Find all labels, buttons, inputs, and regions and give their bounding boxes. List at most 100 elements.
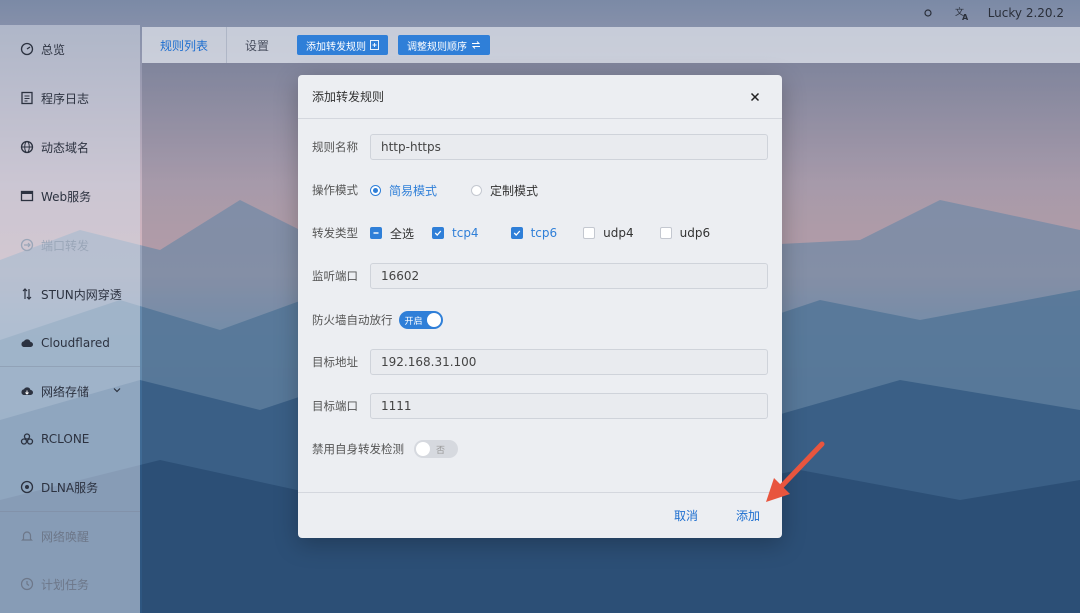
type-row: 转发类型 全选 tcp4 tcp6 udp4 udp6	[312, 223, 768, 243]
checkbox-all[interactable]: 全选	[370, 225, 414, 242]
add-file-icon	[370, 40, 379, 50]
listen-port-label: 监听端口	[312, 269, 358, 283]
sidebar-item-dlna[interactable]: DLNA服务	[0, 463, 140, 511]
radio-dot	[370, 184, 381, 196]
firewall-row: 防火墙自动放行 开启	[312, 310, 768, 330]
checkbox-box	[370, 227, 382, 239]
target-addr-row: 目标地址 192.168.31.100	[312, 349, 768, 375]
sidebar-item-port-forward[interactable]: 端口转发	[0, 221, 140, 269]
disable-self-toggle-text: 否	[436, 445, 446, 456]
sidebar-item-label: Web服务	[41, 189, 92, 204]
sidebar-item-label: 动态域名	[41, 140, 90, 155]
translate-icon[interactable]: 文A	[954, 5, 970, 21]
firewall-toggle[interactable]: 开启	[398, 311, 443, 329]
storage-icon	[21, 387, 33, 395]
web-icon	[20, 190, 34, 202]
checkbox-udp4[interactable]: udp4	[583, 226, 634, 240]
toggle-knob	[426, 313, 441, 327]
checkbox-udp6-label: udp6	[679, 226, 711, 240]
checkbox-tcp6-label: tcp6	[530, 226, 558, 240]
target-port-label: 目标端口	[312, 399, 358, 413]
target-port-input[interactable]: 1111	[370, 393, 768, 419]
firewall-toggle-text: 开启	[404, 316, 423, 327]
disable-self-toggle[interactable]: 否	[414, 440, 458, 458]
ddns-icon	[20, 140, 34, 154]
dialog-title: 添加转发规则	[312, 90, 385, 104]
target-port-row: 目标端口 1111	[312, 393, 768, 419]
sidebar-item-label: 总览	[41, 42, 66, 57]
checkbox-udp4-label: udp4	[603, 226, 634, 240]
wake-icon	[21, 531, 33, 541]
close-icon[interactable]	[748, 90, 762, 104]
sidebar-item-label: 程序日志	[41, 91, 90, 106]
listen-port-input[interactable]: 16602	[370, 263, 768, 289]
target-addr-input[interactable]: 192.168.31.100	[370, 349, 768, 375]
add-rule-dialog: 添加转发规则 规则名称 http-https 操作模式 简易模式 定制模式 转发…	[298, 75, 782, 538]
add-rule-label: 添加转发规则	[306, 41, 367, 53]
radio-simple-mode[interactable]: 简易模式	[370, 182, 437, 199]
sidebar-item-schedule[interactable]: 计划任务	[0, 560, 140, 608]
sidebar: 总览 程序日志 动态域名 Web服务 端口转发 STUN内网穿透 Cloudfl…	[0, 25, 140, 613]
dashboard-icon	[20, 42, 34, 56]
radio-custom-mode[interactable]: 定制模式	[471, 182, 538, 199]
tab-rule-list[interactable]: 规则列表	[142, 27, 228, 63]
dialog-footer: 取消 添加	[298, 492, 782, 538]
rule-name-input[interactable]: http-https	[370, 134, 768, 160]
log-icon	[21, 91, 33, 105]
sidebar-item-label: 网络唤醒	[41, 529, 90, 544]
checkbox-tcp4[interactable]: tcp4	[432, 226, 479, 240]
checkbox-box	[659, 227, 672, 239]
rule-name-label: 规则名称	[312, 140, 358, 154]
sidebar-item-overview[interactable]: 总览	[0, 25, 140, 73]
annotation-arrow-icon	[766, 441, 825, 502]
sidebar-item-logs[interactable]: 程序日志	[0, 74, 140, 122]
sidebar-item-ddns[interactable]: 动态域名	[0, 123, 140, 171]
checkbox-box	[583, 227, 596, 239]
add-button[interactable]: 添加	[736, 507, 760, 524]
rule-name-row: 规则名称 http-https	[312, 134, 768, 160]
cancel-button[interactable]: 取消	[674, 507, 698, 524]
sidebar-item-stun[interactable]: STUN内网穿透	[0, 270, 140, 318]
target-addr-label: 目标地址	[312, 355, 358, 369]
sidebar-item-label: 端口转发	[41, 238, 90, 253]
reorder-label: 调整规则顺序	[407, 41, 468, 53]
checkbox-udp6[interactable]: udp6	[659, 226, 711, 240]
sidebar-item-web[interactable]: Web服务	[0, 172, 140, 220]
sidebar-item-wol[interactable]: 网络唤醒	[0, 512, 140, 560]
add-rule-button[interactable]: 添加转发规则	[297, 35, 389, 55]
checkbox-box	[510, 227, 523, 239]
checkbox-tcp6[interactable]: tcp6	[510, 226, 558, 240]
rclone-icon	[20, 433, 34, 445]
type-label: 转发类型	[312, 226, 358, 240]
sidebar-item-rclone[interactable]: RCLONE	[0, 415, 140, 463]
port-forward-icon	[20, 238, 34, 252]
sidebar-item-label: DLNA服务	[41, 480, 99, 495]
chevron-down-icon[interactable]	[112, 385, 122, 395]
firewall-label: 防火墙自动放行	[312, 313, 393, 327]
sidebar-item-label: Cloudflared	[41, 336, 110, 350]
sidebar-item-label: 计划任务	[41, 577, 90, 592]
listen-port-row: 监听端口 16602	[312, 263, 768, 289]
stun-icon	[22, 288, 32, 300]
dlna-icon	[20, 480, 34, 494]
radio-custom-label: 定制模式	[490, 183, 539, 198]
dialog-header: 添加转发规则	[298, 75, 782, 119]
sun-icon[interactable]	[920, 5, 936, 21]
radio-simple-label: 简易模式	[389, 183, 438, 198]
mode-row: 操作模式 简易模式 定制模式	[312, 180, 768, 200]
sidebar-item-label: STUN内网穿透	[41, 287, 122, 302]
svg-text:A: A	[962, 13, 969, 21]
disable-self-label: 禁用自身转发检测	[312, 442, 404, 456]
sidebar-item-label: 网络存储	[41, 384, 90, 399]
cloud-icon	[21, 339, 33, 347]
sidebar-item-cloudflared[interactable]: Cloudflared	[0, 319, 140, 367]
checkbox-all-label: 全选	[390, 226, 415, 241]
schedule-icon	[20, 577, 34, 591]
swap-icon	[471, 41, 481, 49]
reorder-button[interactable]: 调整规则顺序	[398, 35, 491, 55]
top-bar: 文A Lucky 2.20.2	[0, 0, 1080, 25]
disable-self-row: 禁用自身转发检测 否	[312, 439, 768, 459]
sidebar-item-storage[interactable]: 网络存储	[0, 367, 140, 415]
tab-settings[interactable]: 设置	[227, 27, 287, 63]
sidebar-item-label: RCLONE	[41, 432, 90, 446]
